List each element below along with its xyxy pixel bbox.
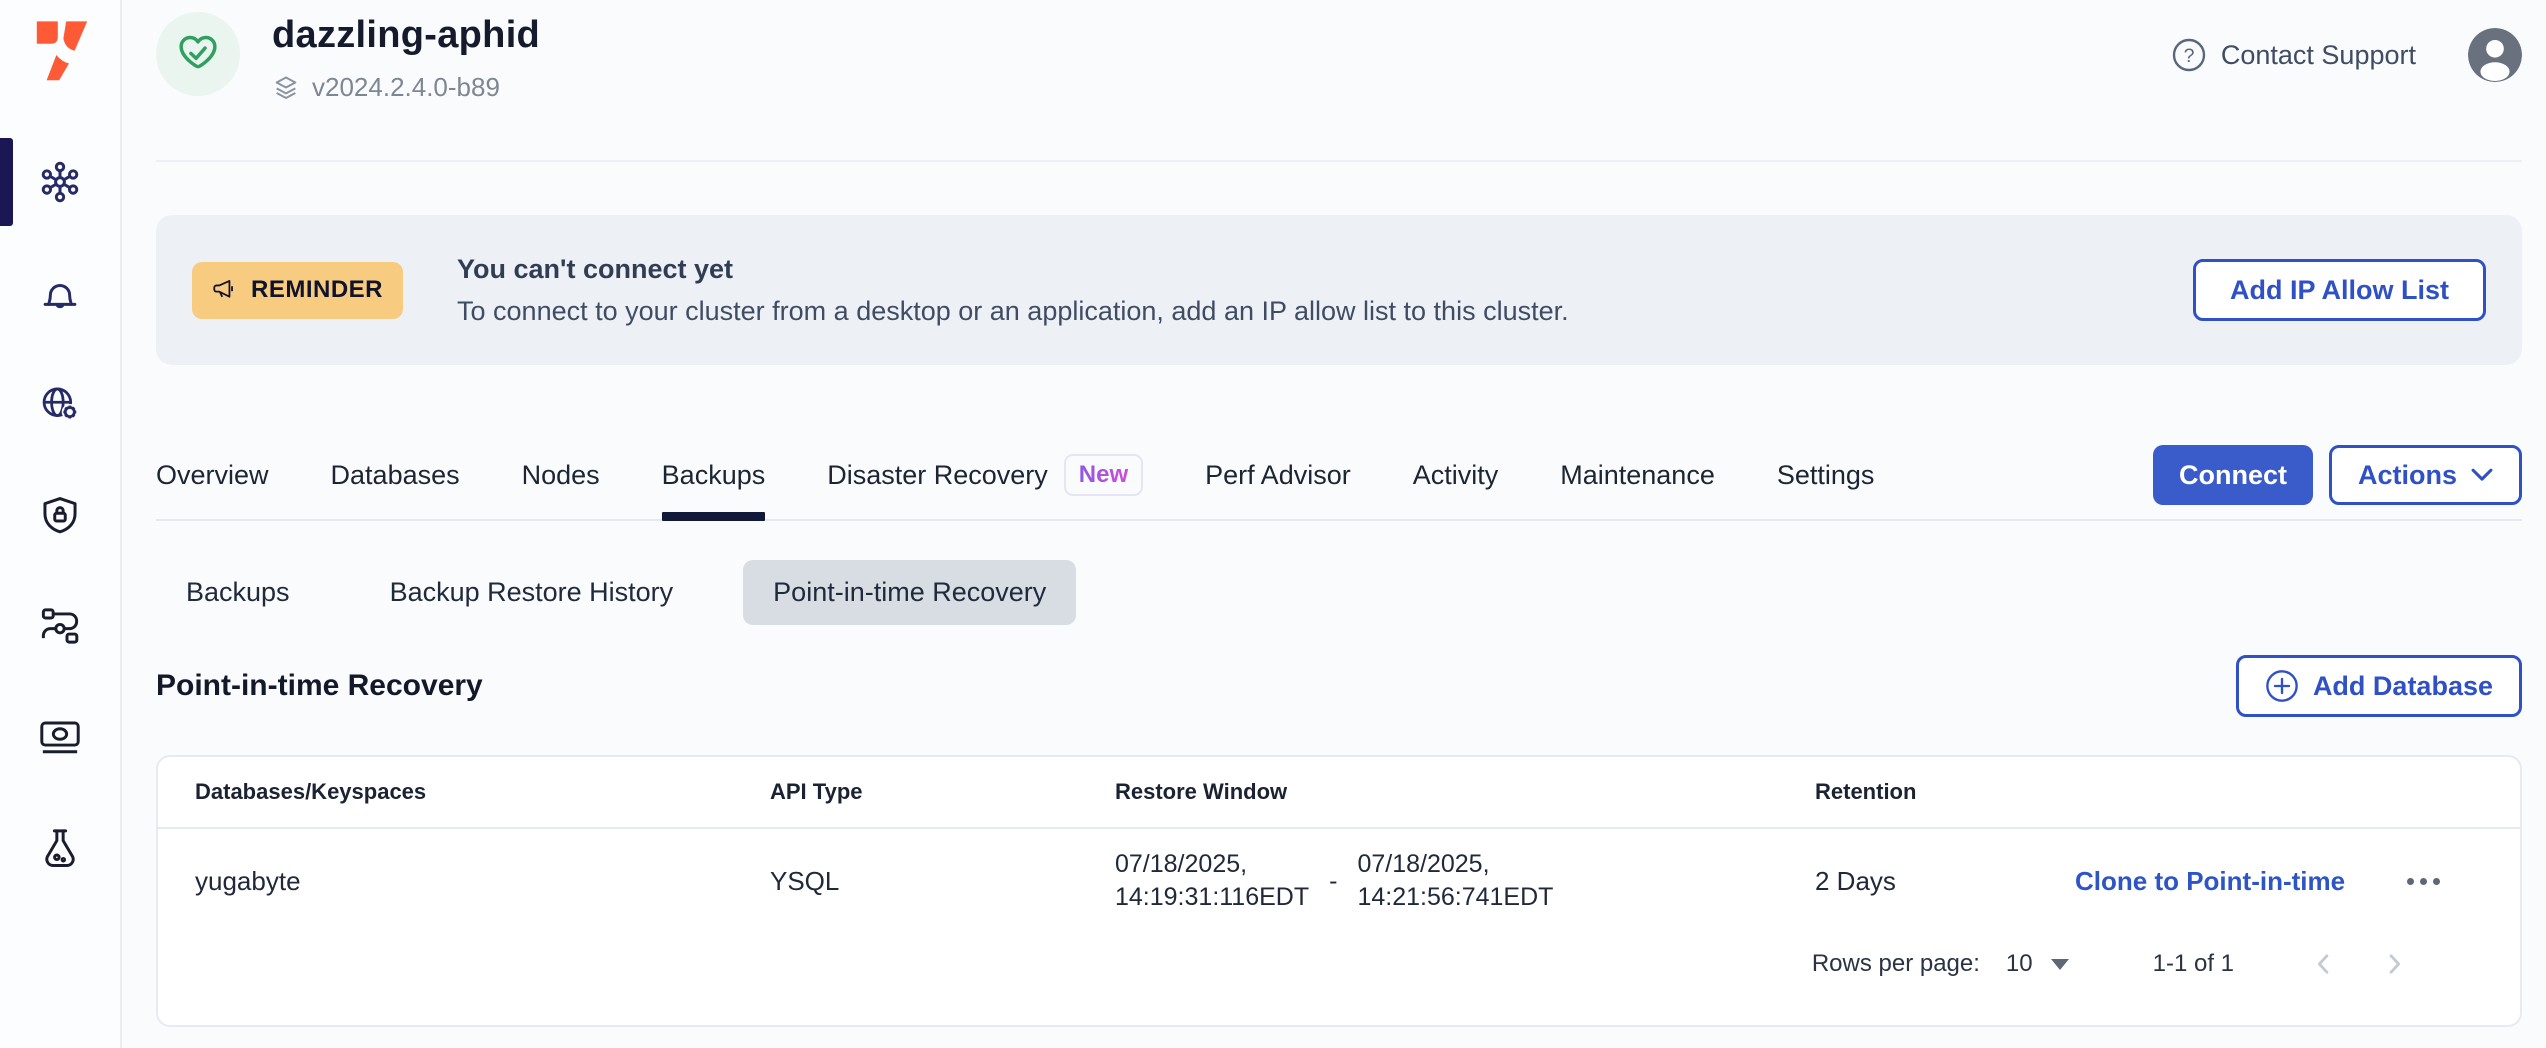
cell-api-type: YSQL	[770, 866, 1115, 897]
avatar-person-icon	[2468, 28, 2522, 82]
actions-dropdown-button[interactable]: Actions	[2329, 445, 2522, 505]
new-feature-badge: New	[1064, 454, 1143, 496]
cluster-version-row: v2024.2.4.0-b89	[272, 72, 540, 103]
subtab-backups[interactable]: Backups	[156, 560, 320, 625]
reminder-badge-label: REMINDER	[251, 276, 383, 304]
tab-disaster-recovery[interactable]: Disaster Recovery New	[827, 445, 1143, 505]
tab-maintenance[interactable]: Maintenance	[1560, 445, 1715, 505]
contact-support-label: Contact Support	[2221, 40, 2416, 71]
column-retention: Retention	[1815, 779, 2075, 805]
backups-subtabs: Backups Backup Restore History Point-in-…	[156, 560, 2522, 625]
chevron-down-icon	[2471, 468, 2493, 482]
tabs-baseline	[156, 519, 2522, 521]
active-tab-indicator	[662, 512, 766, 521]
table-pagination: Rows per page: 10 1-1 of 1	[158, 933, 2520, 995]
previous-page-button[interactable]	[2310, 950, 2338, 978]
plus-circle-icon	[2265, 669, 2299, 703]
clusters-icon	[39, 161, 81, 203]
sidebar-nav	[0, 160, 120, 937]
next-page-button[interactable]	[2380, 950, 2408, 978]
sidebar-item-labs[interactable]	[0, 826, 120, 870]
reminder-action: Add IP Allow List	[2193, 259, 2486, 321]
cluster-content: REMINDER You can't connect yet To connec…	[122, 162, 2546, 1048]
tab-perf-advisor[interactable]: Perf Advisor	[1205, 445, 1351, 505]
add-database-button[interactable]: Add Database	[2236, 655, 2522, 717]
dropdown-triangle-icon	[2051, 959, 2069, 970]
connect-button[interactable]: Connect	[2153, 445, 2313, 505]
subtab-backup-restore-history[interactable]: Backup Restore History	[360, 560, 704, 625]
megaphone-icon	[212, 277, 239, 304]
help-circle-icon: ?	[2171, 37, 2207, 73]
sidebar-item-alerts[interactable]	[0, 271, 120, 315]
tab-databases[interactable]: Databases	[331, 445, 460, 505]
chevron-left-icon	[2310, 950, 2338, 978]
svg-text:?: ?	[2183, 45, 2194, 67]
tabs-actions: Connect Actions	[2153, 445, 2522, 505]
tab-overview[interactable]: Overview	[156, 445, 269, 505]
sidebar-item-clusters[interactable]	[0, 160, 120, 204]
rows-per-page-select[interactable]: 10	[2006, 950, 2069, 978]
sidebar-item-network[interactable]	[0, 382, 120, 426]
sidebar-item-security[interactable]	[0, 493, 120, 537]
sidebar-item-integrations[interactable]	[0, 604, 120, 648]
chevron-right-icon	[2380, 950, 2408, 978]
healthy-heart-check-icon	[175, 31, 221, 77]
alerts-bell-icon	[39, 272, 81, 314]
pitr-table-card: Databases/Keyspaces API Type Restore Win…	[156, 755, 2522, 1027]
cluster-header: dazzling-aphid v2024.2.4.0-b89	[156, 0, 2522, 162]
clone-to-point-in-time-link[interactable]: Clone to Point-in-time	[2075, 866, 2345, 897]
rows-per-page-value: 10	[2006, 950, 2033, 978]
more-menu-icon[interactable]	[2399, 870, 2448, 893]
tab-backups[interactable]: Backups	[662, 445, 766, 505]
cluster-name: dazzling-aphid	[272, 14, 540, 57]
cluster-health-badge	[156, 12, 240, 96]
reminder-body: To connect to your cluster from a deskto…	[457, 296, 1569, 327]
pitr-section-header: Point-in-time Recovery Add Database	[156, 655, 2522, 717]
table-header-row: Databases/Keyspaces API Type Restore Win…	[158, 757, 2520, 829]
billing-money-icon	[39, 716, 81, 758]
main-area: dazzling-aphid v2024.2.4.0-b89	[122, 0, 2546, 1048]
cluster-title-block: dazzling-aphid v2024.2.4.0-b89	[272, 12, 540, 103]
cluster-version: v2024.2.4.0-b89	[312, 72, 500, 103]
rows-per-page-label: Rows per page:	[1812, 950, 1980, 978]
tab-activity[interactable]: Activity	[1413, 445, 1499, 505]
add-ip-allow-list-button[interactable]: Add IP Allow List	[2193, 259, 2486, 321]
cluster-identity: dazzling-aphid v2024.2.4.0-b89	[156, 12, 540, 103]
security-shield-lock-icon	[39, 494, 81, 536]
tab-settings[interactable]: Settings	[1777, 445, 1875, 505]
reminder-text-block: You can't connect yet To connect to your…	[457, 254, 1569, 327]
user-avatar[interactable]	[2468, 28, 2522, 82]
network-globe-gear-icon	[39, 383, 81, 425]
table-row[interactable]: yugabyte YSQL 07/18/2025, 14:19:31:116ED…	[158, 829, 2520, 933]
app-root: dazzling-aphid v2024.2.4.0-b89	[0, 0, 2546, 1048]
subtab-point-in-time-recovery[interactable]: Point-in-time Recovery	[743, 560, 1076, 625]
tab-nodes[interactable]: Nodes	[522, 445, 600, 505]
active-nav-indicator	[0, 138, 13, 226]
contact-support-button[interactable]: ? Contact Support	[2171, 37, 2416, 73]
header-actions: ? Contact Support	[2171, 28, 2522, 82]
version-layers-icon	[272, 74, 300, 102]
yugabyte-logo-icon[interactable]	[34, 20, 90, 80]
sidebar-item-billing[interactable]	[0, 715, 120, 759]
column-restore-window: Restore Window	[1115, 779, 1815, 805]
section-title: Point-in-time Recovery	[156, 669, 483, 703]
column-api-type: API Type	[770, 779, 1115, 805]
cluster-tabs: Overview Databases Nodes Backups Disaste…	[156, 445, 2522, 521]
reminder-title: You can't connect yet	[457, 254, 1569, 285]
sidebar	[0, 0, 122, 1048]
reminder-banner: REMINDER You can't connect yet To connec…	[156, 215, 2522, 365]
restore-to: 07/18/2025, 14:21:56:741EDT	[1357, 848, 1553, 914]
cell-retention: 2 Days	[1815, 866, 2075, 897]
cell-actions: Clone to Point-in-time	[2075, 866, 2520, 897]
cell-restore-window: 07/18/2025, 14:19:31:116EDT - 07/18/2025…	[1115, 848, 1815, 914]
reminder-badge: REMINDER	[192, 262, 403, 319]
pagination-range: 1-1 of 1	[2153, 950, 2234, 978]
cell-database: yugabyte	[195, 866, 770, 897]
restore-from: 07/18/2025, 14:19:31:116EDT	[1115, 848, 1309, 914]
labs-flask-icon	[39, 827, 81, 869]
column-databases-keyspaces: Databases/Keyspaces	[195, 779, 770, 805]
integrations-flow-icon	[39, 605, 81, 647]
restore-range-separator: -	[1329, 865, 1337, 898]
